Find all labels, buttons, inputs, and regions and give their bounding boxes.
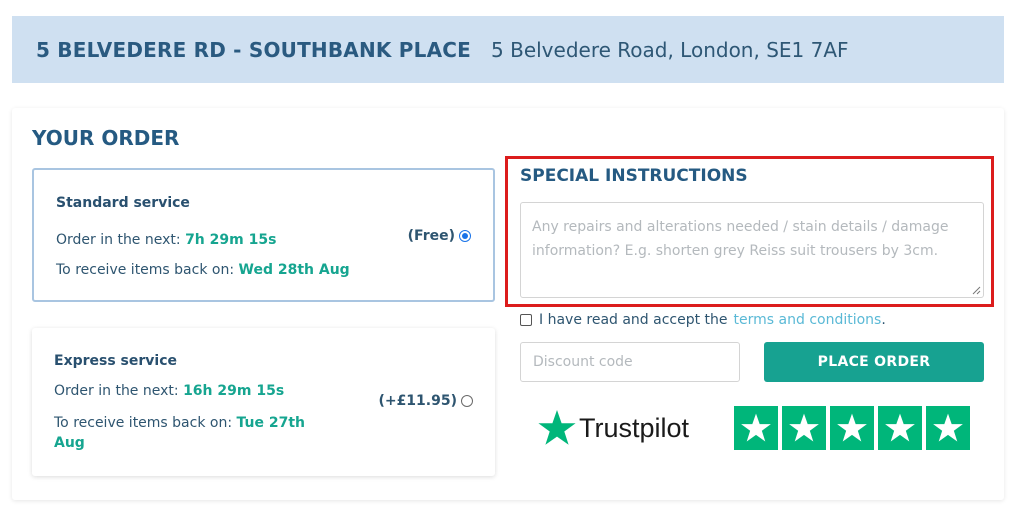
terms-row: I have read and accept the terms and con… (520, 311, 886, 329)
order-deadline-countdown: 16h 29m 15s (183, 383, 285, 399)
trustpilot-star-icon (538, 410, 576, 445)
service-price: (Free) (407, 228, 455, 244)
terms-checkbox[interactable] (520, 314, 532, 326)
order-deadline-countdown: 7h 29m 15s (185, 232, 277, 248)
terms-link[interactable]: terms and conditions (734, 312, 882, 328)
express-service-option[interactable]: Express service Order in the next: 16h 2… (32, 328, 495, 476)
standard-service-radio[interactable] (459, 230, 471, 242)
trustpilot-brand: Trustpilot (579, 412, 690, 443)
discount-code-input[interactable] (520, 342, 740, 382)
return-date-label: To receive items back on: (56, 262, 235, 278)
order-deadline-label: Order in the next: (54, 383, 179, 399)
return-date: To receive items back on: Wed 28th Aug (56, 262, 350, 278)
order-section-title: YOUR ORDER (32, 126, 180, 150)
trustpilot-logo: Trustpilot (537, 405, 689, 451)
location-header: 5 BELVEDERE RD - SOUTHBANK PLACE 5 Belve… (12, 16, 1004, 83)
resize-grip-icon[interactable] (971, 285, 981, 295)
rating-star-icon (878, 406, 922, 450)
service-name: Express service (54, 353, 178, 369)
trustpilot-rating (734, 406, 970, 450)
return-date-value: Tue 27th (236, 415, 306, 431)
return-date-value-cont: Aug (54, 435, 85, 451)
special-instructions-textarea[interactable] (520, 202, 984, 298)
rating-star-icon (926, 406, 970, 450)
service-name: Standard service (56, 195, 190, 211)
location-address: 5 Belvedere Road, London, SE1 7AF (491, 37, 849, 62)
return-date: To receive items back on: Tue 27th Aug (54, 413, 354, 453)
rating-star-icon (830, 406, 874, 450)
rating-star-icon (782, 406, 826, 450)
order-deadline: Order in the next: 7h 29m 15s (56, 232, 276, 248)
service-price: (+£11.95) (378, 393, 457, 409)
return-date-value: Wed 28th Aug (238, 262, 350, 278)
order-deadline-label: Order in the next: (56, 232, 181, 248)
standard-service-option[interactable]: Standard service Order in the next: 7h 2… (32, 168, 495, 302)
instructions-title: SPECIAL INSTRUCTIONS (520, 166, 748, 186)
return-date-label: To receive items back on: (54, 415, 233, 431)
order-deadline: Order in the next: 16h 29m 15s (54, 383, 284, 399)
rating-star-icon (734, 406, 778, 450)
place-order-button[interactable]: PLACE ORDER (764, 342, 984, 382)
express-service-radio[interactable] (461, 395, 473, 407)
terms-suffix: . (881, 312, 886, 328)
terms-text: I have read and accept the (539, 312, 728, 328)
location-title: 5 BELVEDERE RD - SOUTHBANK PLACE (36, 37, 472, 62)
